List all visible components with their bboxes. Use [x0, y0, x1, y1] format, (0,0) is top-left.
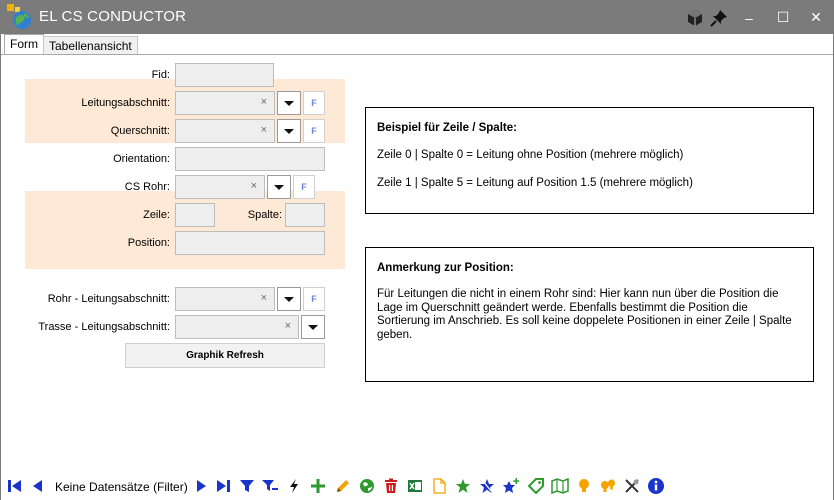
previous-record-icon[interactable]: [28, 476, 48, 496]
maximize-button[interactable]: ☐: [766, 1, 800, 34]
star-new-icon[interactable]: [477, 476, 497, 496]
lightbulb-icon[interactable]: [574, 476, 594, 496]
tag-icon[interactable]: [526, 476, 546, 496]
trasse-leitungsabschnitt-combo[interactable]: ×: [175, 315, 299, 339]
pin-icon[interactable]: [708, 7, 730, 29]
clear-icon[interactable]: ×: [261, 96, 267, 108]
record-status-text: Keine Datensätze (Filter): [55, 480, 188, 494]
filter-icon[interactable]: [237, 476, 257, 496]
app-logo-icon: [5, 3, 33, 31]
leitungsabschnitt-dropdown-button[interactable]: [277, 91, 301, 115]
orientation-label: Orientation:: [113, 153, 170, 165]
globe-icon[interactable]: [357, 476, 377, 496]
minimize-button[interactable]: –: [732, 1, 766, 34]
cs-rohr-dropdown-button[interactable]: [267, 175, 291, 199]
spalte-label: Spalte:: [247, 209, 282, 221]
star-add-icon[interactable]: [501, 476, 521, 496]
rohr-leitungsabschnitt-f-button[interactable]: F: [303, 287, 325, 311]
first-record-icon[interactable]: [5, 476, 25, 496]
last-record-icon[interactable]: [213, 476, 233, 496]
cs-rohr-label: CS Rohr:: [124, 181, 170, 193]
position-label: Position:: [127, 237, 170, 249]
fid-label: Fid:: [151, 69, 170, 81]
title-bar: EL CS CONDUCTOR – ☐ ✕: [1, 1, 833, 34]
next-record-icon[interactable]: [191, 476, 211, 496]
graphik-refresh-button[interactable]: Graphik Refresh: [125, 343, 325, 368]
zeile-label: Zeile:: [143, 209, 170, 221]
leitungsabschnitt-label: Leitungsabschnitt:: [81, 97, 170, 109]
window-title: EL CS CONDUCTOR: [39, 8, 187, 25]
map-icon[interactable]: [550, 476, 570, 496]
fid-field[interactable]: [175, 63, 274, 87]
clear-icon[interactable]: ×: [261, 292, 267, 304]
lightbulbs-icon[interactable]: [598, 476, 618, 496]
add-icon[interactable]: [308, 476, 328, 496]
new-document-icon[interactable]: [429, 476, 449, 496]
orientation-field[interactable]: [175, 147, 325, 171]
star-icon[interactable]: [453, 476, 473, 496]
info-box-zeile-spalte: Beispiel für Zeile / Spalte: Zeile 0 | S…: [365, 107, 814, 214]
querschnitt-f-button[interactable]: F: [303, 119, 325, 143]
querschnitt-combo[interactable]: ×: [175, 119, 275, 143]
tools-icon[interactable]: [622, 476, 642, 496]
rohr-leitungsabschnitt-label: Rohr - Leitungsabschnitt:: [47, 293, 170, 305]
spalte-field[interactable]: [285, 203, 325, 227]
rohr-leitungsabschnitt-dropdown-button[interactable]: [277, 287, 301, 311]
info-box-2-body: Für Leitungen die nicht in einem Rohr si…: [377, 288, 792, 341]
zeile-field[interactable]: [175, 203, 215, 227]
position-field[interactable]: [175, 231, 325, 255]
edit-icon[interactable]: [333, 476, 353, 496]
excel-icon[interactable]: [405, 476, 425, 496]
trasse-leitungsabschnitt-dropdown-button[interactable]: [301, 315, 325, 339]
tab-bar: Form Tabellenansicht: [1, 34, 833, 55]
tab-form[interactable]: Form: [4, 34, 44, 55]
cs-rohr-combo[interactable]: ×: [175, 175, 265, 199]
rohr-leitungsabschnitt-combo[interactable]: ×: [175, 287, 275, 311]
leitungsabschnitt-combo[interactable]: ×: [175, 91, 275, 115]
info-box-1-heading: Beispiel für Zeile / Spalte:: [377, 122, 517, 134]
delete-icon[interactable]: [381, 476, 401, 496]
clear-icon[interactable]: ×: [285, 320, 291, 332]
info-box-2-heading: Anmerkung zur Position:: [377, 262, 514, 274]
clear-icon[interactable]: ×: [261, 124, 267, 136]
info-box-1-line-1: Zeile 0 | Spalte 0 = Leitung ohne Positi…: [377, 149, 684, 161]
querschnitt-dropdown-button[interactable]: [277, 119, 301, 143]
querschnitt-label: Querschnitt:: [110, 125, 170, 137]
cube-icon[interactable]: [684, 7, 706, 29]
form-panel: Fid: Leitungsabschnitt: × F Querschnitt:…: [1, 55, 833, 467]
trasse-leitungsabschnitt-label: Trasse - Leitungsabschnitt:: [38, 321, 170, 333]
clear-filter-icon[interactable]: [260, 476, 280, 496]
close-button[interactable]: ✕: [799, 1, 833, 34]
cs-rohr-f-button[interactable]: F: [293, 175, 315, 199]
info-icon[interactable]: [646, 476, 666, 496]
tab-tabellenansicht[interactable]: Tabellenansicht: [43, 36, 138, 55]
app-window: EL CS CONDUCTOR – ☐ ✕ Form Tabellenansic…: [0, 0, 834, 500]
info-box-1-line-2: Zeile 1 | Spalte 5 = Leitung auf Positio…: [377, 177, 693, 189]
leitungsabschnitt-f-button[interactable]: F: [303, 91, 325, 115]
info-box-position: Anmerkung zur Position: Für Leitungen di…: [365, 247, 814, 382]
record-toolbar: Keine Datensätze (Filter): [1, 473, 833, 500]
lightning-icon[interactable]: [284, 476, 304, 496]
clear-icon[interactable]: ×: [251, 180, 257, 192]
